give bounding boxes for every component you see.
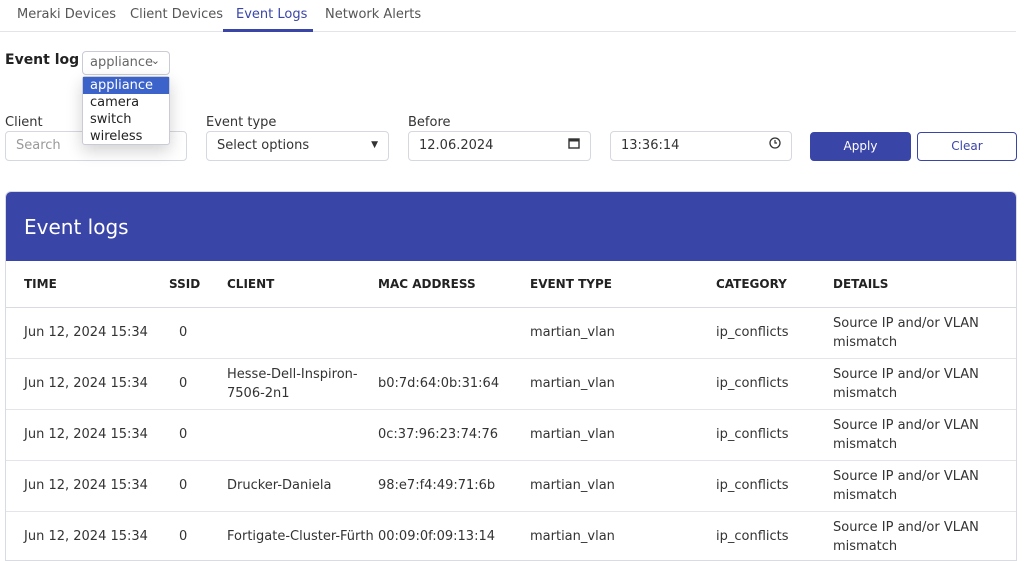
header-mac-address[interactable]: MAC ADDRESS [378,261,530,308]
cell-category: ip_conflicts [716,409,833,461]
cell-details: Source IP and/or VLAN mismatch [833,511,1016,560]
cell-client: Fortigate-Cluster-Fürth [227,511,378,560]
cell-client [227,409,378,461]
clock-icon[interactable] [769,137,781,152]
cell-category: ip_conflicts [716,460,833,512]
event-log-selected-value: appliance [90,55,154,70]
tab-bar: Meraki Devices Client Devices Event Logs… [0,0,1016,32]
before-label: Before [408,115,451,130]
calendar-icon[interactable] [568,137,580,152]
cell-ssid: 0 [151,307,227,359]
cell-mac [378,307,530,359]
cell-details: Source IP and/or VLAN mismatch [833,358,1016,410]
cell-mac: 00:09:0f:09:13:14 [378,511,530,560]
cell-time: Jun 12, 2024 15:34 [6,409,151,461]
table-row[interactable]: Jun 12, 2024 15:34 0 Drucker-Daniela 98:… [6,460,1016,512]
apply-button[interactable]: Apply [810,132,911,161]
active-tab-indicator [223,29,313,32]
event-logs-table: TIME SSID CLIENT MAC ADDRESS EVENT TYPE … [6,261,1016,560]
tab-meraki-devices[interactable]: Meraki Devices [17,7,116,22]
cell-event-type: martian_vlan [530,358,716,410]
event-type-label: Event type [206,115,277,130]
table-row[interactable]: Jun 12, 2024 15:34 0 Fortigate-Cluster-F… [6,511,1016,560]
dropdown-option-switch[interactable]: switch [83,111,169,128]
event-log-dropdown: appliance camera switch wireless [82,76,170,145]
tab-client-devices[interactable]: Client Devices [130,7,223,22]
event-log-label: Event log [5,52,80,68]
cell-ssid: 0 [151,511,227,560]
tab-network-alerts[interactable]: Network Alerts [325,7,421,22]
table-row[interactable]: Jun 12, 2024 15:34 0 Hesse-Dell-Inspiron… [6,358,1016,410]
tab-event-logs[interactable]: Event Logs [236,7,307,22]
cell-client: Drucker-Daniela [227,460,378,512]
cell-event-type: martian_vlan [530,409,716,461]
cell-category: ip_conflicts [716,307,833,359]
cell-ssid: 0 [151,409,227,461]
dropdown-option-appliance[interactable]: appliance [83,77,169,94]
cell-ssid: 0 [151,358,227,410]
event-type-select[interactable]: Select options ▼ [206,131,389,161]
cell-client [227,307,378,359]
header-details[interactable]: DETAILS [833,261,1016,308]
table-row[interactable]: Jun 12, 2024 15:34 0 0c:37:96:23:74:76 m… [6,409,1016,461]
client-search-placeholder: Search [16,138,61,153]
cell-event-type: martian_vlan [530,460,716,512]
cell-category: ip_conflicts [716,511,833,560]
time-input[interactable]: 13:36:14 [610,131,792,161]
cell-details: Source IP and/or VLAN mismatch [833,460,1016,512]
header-category[interactable]: CATEGORY [716,261,833,308]
cell-details: Source IP and/or VLAN mismatch [833,307,1016,359]
cell-time: Jun 12, 2024 15:34 [6,358,151,410]
event-type-value: Select options [217,138,310,153]
chevron-down-icon: ⌄ [150,54,160,67]
event-logs-card: Event logs TIME SSID CLIENT MAC ADDRESS … [5,191,1017,561]
header-client[interactable]: CLIENT [227,261,378,308]
date-input[interactable]: 12.06.2024 [408,131,591,161]
header-time[interactable]: TIME [6,261,151,308]
cell-time: Jun 12, 2024 15:34 [6,307,151,359]
cell-event-type: martian_vlan [530,511,716,560]
header-event-type[interactable]: EVENT TYPE [530,261,716,308]
date-value: 12.06.2024 [419,138,494,153]
client-filter-label: Client [5,115,43,130]
event-log-select[interactable]: appliance ⌄ [82,51,170,75]
table-row[interactable]: Jun 12, 2024 15:34 0 martian_vlan ip_con… [6,307,1016,359]
dropdown-option-wireless[interactable]: wireless [83,128,169,145]
cell-details: Source IP and/or VLAN mismatch [833,409,1016,461]
cell-category: ip_conflicts [716,358,833,410]
dropdown-option-camera[interactable]: camera [83,94,169,111]
clear-button[interactable]: Clear [917,132,1017,161]
header-ssid[interactable]: SSID [151,261,227,308]
table-header-row: TIME SSID CLIENT MAC ADDRESS EVENT TYPE … [6,261,1016,308]
cell-time: Jun 12, 2024 15:34 [6,511,151,560]
caret-down-icon: ▼ [371,140,378,150]
cell-mac: 0c:37:96:23:74:76 [378,409,530,461]
cell-event-type: martian_vlan [530,307,716,359]
cell-client: Hesse-Dell-Inspiron-7506-2n1 [227,358,378,410]
cell-mac: 98:e7:f4:49:71:6b [378,460,530,512]
event-logs-title: Event logs [6,192,1016,261]
time-value: 13:36:14 [621,138,680,153]
cell-ssid: 0 [151,460,227,512]
cell-mac: b0:7d:64:0b:31:64 [378,358,530,410]
cell-time: Jun 12, 2024 15:34 [6,460,151,512]
